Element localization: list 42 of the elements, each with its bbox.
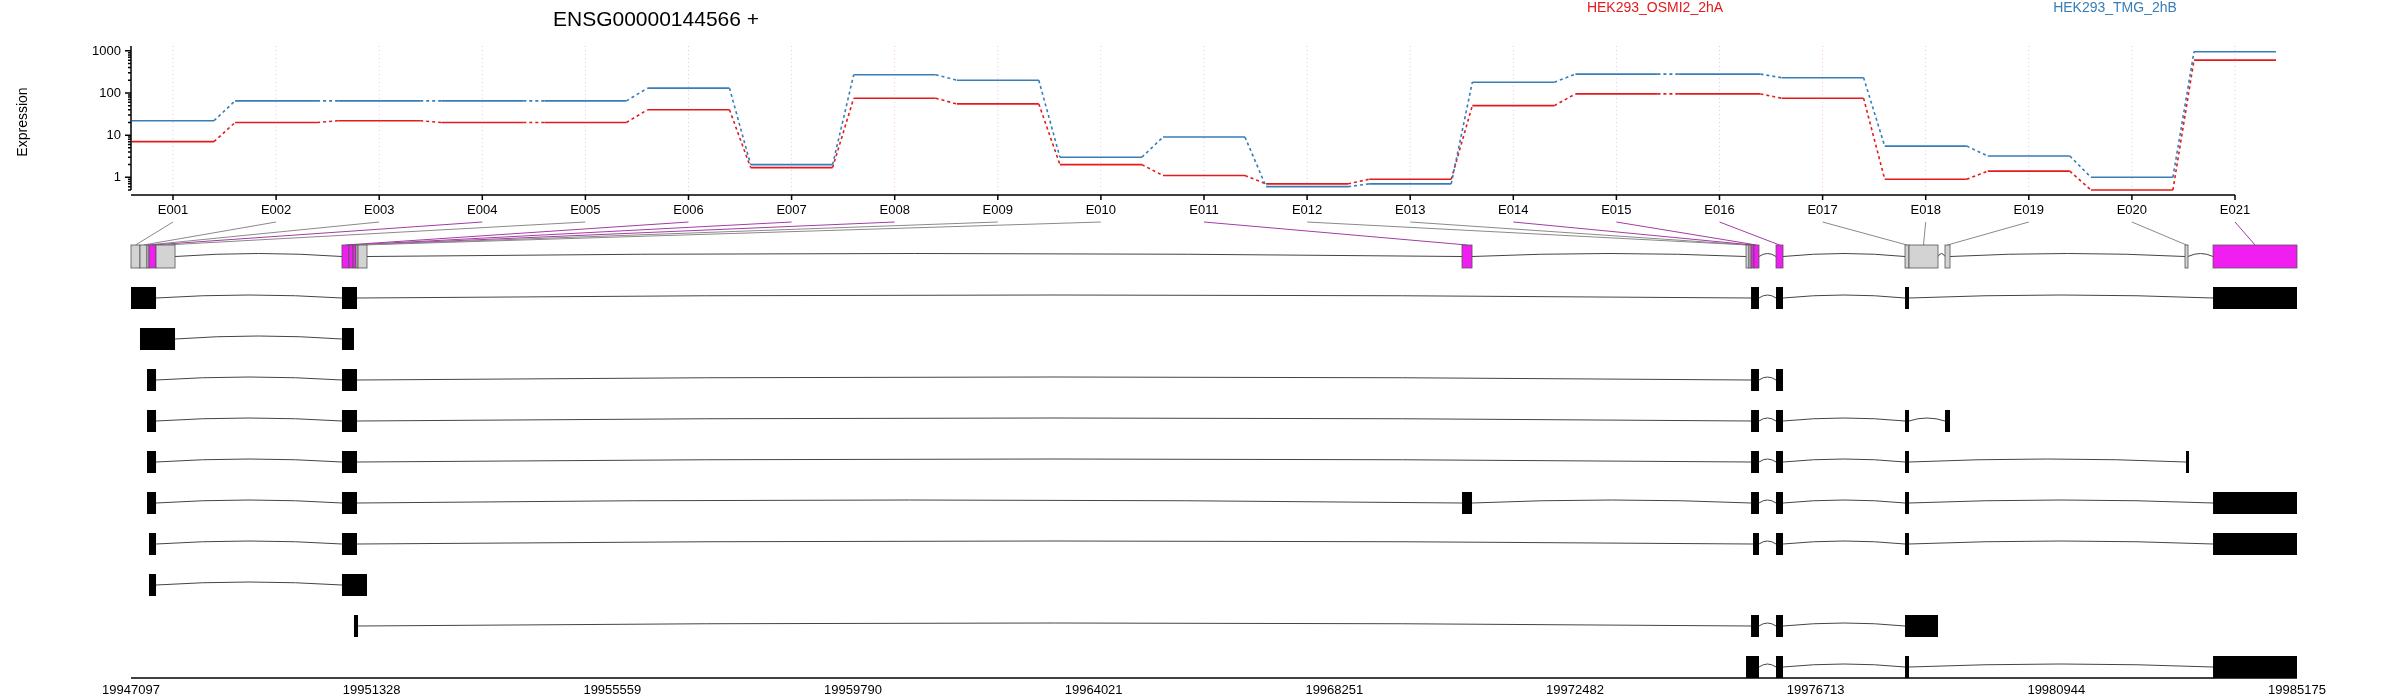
- exon-label: E017: [1807, 202, 1838, 217]
- exon-label: E011: [1189, 202, 1219, 217]
- leader-line: [1923, 221, 1927, 246]
- exon-label: E009: [982, 202, 1013, 217]
- coordinate-label: 19947097: [102, 682, 160, 697]
- exon-label: E004: [467, 202, 498, 217]
- exon-label: E010: [1085, 202, 1117, 217]
- exon-label: E008: [879, 202, 910, 217]
- coordinate-label: 19968251: [1305, 682, 1364, 697]
- coordinate-label: 19951328: [342, 682, 401, 697]
- y-tick-label: 10: [106, 127, 121, 143]
- coordinate-label: 19972482: [1546, 682, 1604, 697]
- y-tick-label: 1: [113, 169, 121, 185]
- coordinate-label: 19976713: [1786, 682, 1845, 697]
- coordinate-label: 19955559: [583, 682, 642, 697]
- exon-label: E016: [1704, 202, 1735, 217]
- exon-label: E007: [776, 202, 807, 217]
- exon-label: E015: [1601, 202, 1632, 217]
- legend-label: HEK293_OSMI2_2hA: [1586, 0, 1724, 15]
- y-tick-label: 1000: [92, 42, 121, 58]
- exon-label: E012: [1291, 202, 1323, 217]
- exon-label: E020: [2116, 202, 2148, 217]
- exon-label: E001: [157, 202, 189, 217]
- exon-label: E002: [260, 202, 292, 217]
- exon-label: E013: [1395, 202, 1426, 217]
- coordinate-label: 19964021: [1064, 682, 1123, 697]
- coordinate-label: 19980944: [2027, 682, 2086, 697]
- leader-line: [2234, 221, 2256, 246]
- exon-label: E006: [673, 202, 704, 217]
- coordinate-label: 19959790: [824, 682, 882, 697]
- exon-label: E018: [1910, 202, 1941, 217]
- exon-label: E014: [1498, 202, 1529, 217]
- exon-label: E019: [2013, 202, 2044, 217]
- y-axis-title: Expression: [14, 87, 30, 157]
- exon-label: E021: [2219, 202, 2251, 217]
- exon-label: E003: [364, 202, 395, 217]
- leader-line: [2131, 221, 2187, 246]
- coordinate-label: 19985175: [2268, 682, 2326, 697]
- y-tick-label: 100: [99, 84, 121, 100]
- chart-title: ENSG00000144566 +: [552, 7, 760, 30]
- legend-label: HEK293_TMG_2hB: [2053, 0, 2177, 15]
- exon-label: E005: [570, 202, 601, 217]
